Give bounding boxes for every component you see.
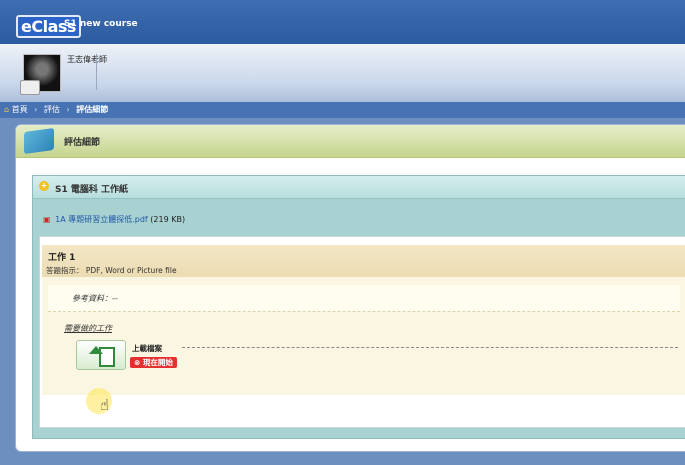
task-title: S1 電腦科 工作紙 (55, 185, 129, 195)
start-icon: ⊗ (134, 358, 143, 367)
breadcrumb-separator: › (66, 105, 70, 114)
reference-row: 參考資料：-- (48, 285, 680, 312)
breadcrumb-current: 評估細節 (76, 105, 109, 114)
user-name: 王志偉老師 (67, 55, 107, 64)
work-container: 工作 1 答題指示： PDF, Word or Picture file 參考資… (39, 236, 685, 428)
breadcrumb-section[interactable]: 評估 (44, 102, 60, 118)
task-box: + S1 電腦科 工作紙 ▣ 1A 專題研習立體探低.pdf (219 KB) … (32, 175, 685, 439)
plus-circle-icon[interactable]: + (39, 181, 49, 191)
hand-pointer-icon: ☝ (100, 396, 110, 414)
upload-button[interactable] (76, 340, 126, 370)
pdf-icon: ▣ (43, 215, 51, 224)
user-divider (96, 54, 97, 90)
panel-header: 評估細節 (16, 125, 685, 158)
reference-label: 參考資料：-- (72, 294, 118, 303)
work-body: 參考資料：-- 需要做的工作 上載檔案 ⊗ 現在開始 (42, 277, 685, 395)
todo-label: 需要做的工作 (64, 324, 112, 333)
user-bar: 王志偉老師 (0, 44, 685, 102)
start-now-label: 現在開始 (142, 358, 173, 367)
upload-label: 上載檔案 (132, 344, 162, 353)
attachment-link[interactable]: 1A 專題研習立體探低.pdf (55, 215, 148, 224)
attachment: ▣ 1A 專題研習立體探低.pdf (219 KB) (43, 214, 185, 225)
avatar-badge-icon (20, 80, 40, 95)
start-now-button[interactable]: ⊗ 現在開始 (130, 357, 177, 368)
breadcrumb-separator: › (34, 105, 38, 114)
work-title: 工作 1 (48, 253, 76, 263)
course-title: S1 new course (64, 19, 138, 29)
task-header: + S1 電腦科 工作紙 (33, 176, 685, 199)
breadcrumb: ⌂ 首頁 › 評估 › 評估細節 (0, 102, 685, 118)
home-icon[interactable]: ⌂ (4, 102, 9, 118)
work-header: 工作 1 答題指示： PDF, Word or Picture file (42, 245, 685, 278)
work-instructions: 答題指示： PDF, Word or Picture file (46, 266, 177, 275)
upload-icon (89, 346, 103, 354)
attachment-size: (219 KB) (150, 215, 186, 224)
panel-title: 評估細節 (64, 138, 101, 148)
dashed-divider (182, 347, 678, 348)
top-bar: eClass S1 new course (0, 0, 685, 44)
assessment-panel: 評估細節 + S1 電腦科 工作紙 ▣ 1A 專題研習立體探低.pdf (219… (15, 124, 685, 452)
book-icon (24, 127, 54, 155)
breadcrumb-home[interactable]: 首頁 (12, 102, 28, 118)
